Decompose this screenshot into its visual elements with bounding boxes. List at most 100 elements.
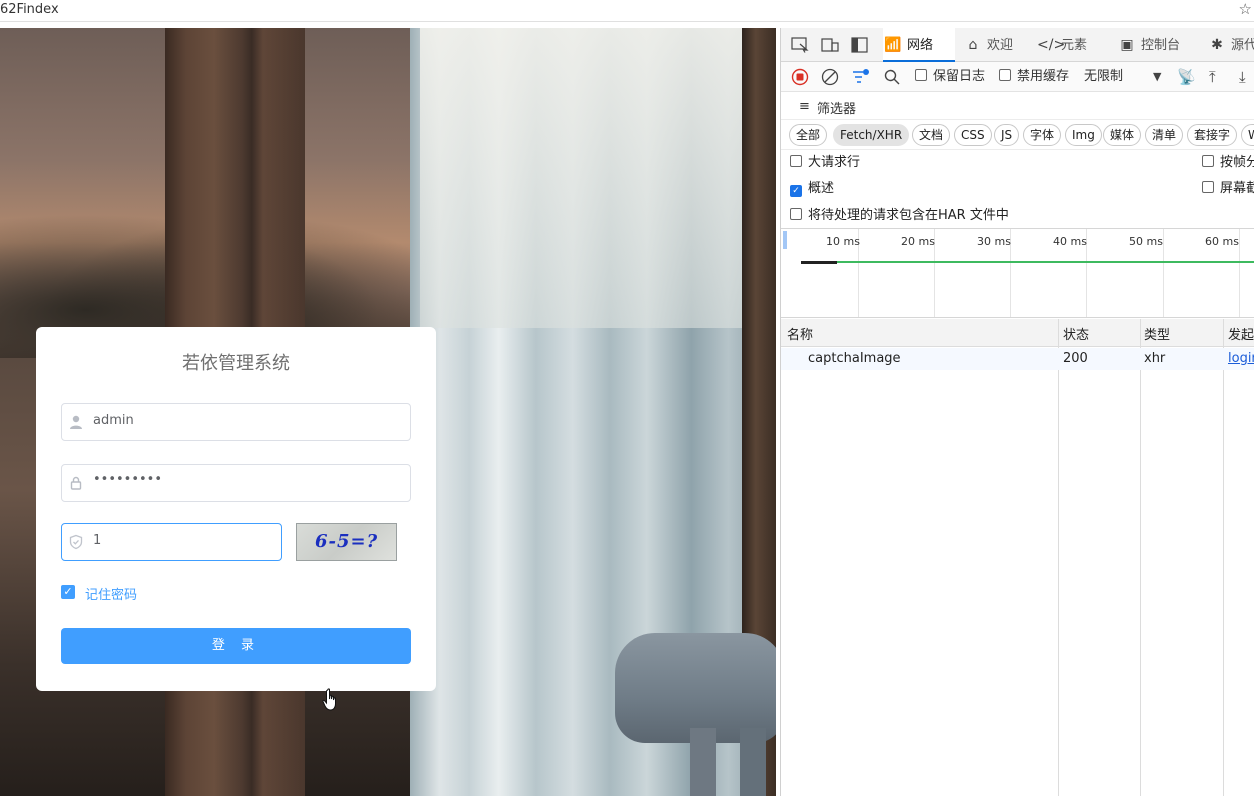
background-chair bbox=[615, 633, 776, 743]
tab-network-label: 网络 bbox=[907, 38, 934, 53]
type-chip-css[interactable]: CSS bbox=[954, 124, 992, 146]
request-initiator-link[interactable]: login bbox=[1228, 351, 1254, 366]
large-rows-option[interactable]: 大请求行 bbox=[790, 154, 860, 172]
import-har-icon[interactable]: ⤒ bbox=[1209, 68, 1216, 86]
captcha-code-field[interactable]: 1 bbox=[61, 523, 282, 561]
include-pending-har-option[interactable]: 将待处理的请求包含在HAR 文件中 bbox=[790, 207, 1009, 225]
timeline-request-wait-bar bbox=[801, 261, 837, 264]
request-type: xhr bbox=[1144, 351, 1166, 366]
overview-checkbox[interactable]: ✓ bbox=[790, 185, 802, 197]
devtools-tab-bar: 📶 网络 ⌂ 欢迎 </>元素 ▣ 控制台 ✱ 源代 bbox=[781, 28, 1254, 62]
tab-elements[interactable]: </>元素 bbox=[1037, 28, 1087, 62]
request-name[interactable]: captchaImage bbox=[808, 351, 901, 366]
login-button[interactable]: 登 录 bbox=[61, 628, 411, 664]
background-chair-leg bbox=[740, 728, 766, 796]
screenshot-option[interactable]: 屏幕截 bbox=[1202, 180, 1254, 198]
tab-welcome[interactable]: ⌂ 欢迎 bbox=[963, 28, 1013, 62]
column-header-initiator[interactable]: 发起 bbox=[1228, 324, 1254, 343]
timeline-tick-label: 40 ms bbox=[1053, 235, 1087, 248]
type-chip-wasm[interactable]: W bbox=[1241, 124, 1254, 146]
remember-checkbox[interactable]: ✓ bbox=[61, 585, 75, 599]
throttle-value: 无限制 bbox=[1084, 69, 1124, 84]
column-header-status[interactable]: 状态 bbox=[1063, 324, 1089, 343]
shield-check-icon bbox=[69, 534, 83, 550]
filter-bar[interactable]: ≡ 筛选器 bbox=[781, 92, 1254, 120]
preserve-log-checkbox[interactable] bbox=[915, 69, 927, 81]
tab-sources[interactable]: ✱ 源代 bbox=[1207, 28, 1254, 62]
timeline-tick-label: 20 ms bbox=[901, 235, 935, 248]
type-chip-manifest[interactable]: 清单 bbox=[1145, 124, 1184, 146]
overview-label: 概述 bbox=[808, 181, 835, 196]
column-header-type[interactable]: 类型 bbox=[1144, 324, 1170, 343]
type-chip-doc[interactable]: 文档 bbox=[912, 124, 951, 146]
timeline-tick-label: 10 ms bbox=[826, 235, 860, 248]
search-icon[interactable] bbox=[883, 68, 901, 86]
captcha-image[interactable]: 6-5=? bbox=[296, 523, 397, 561]
disable-cache-option[interactable]: 禁用缓存 bbox=[999, 68, 1069, 86]
column-header-name[interactable]: 名称 bbox=[787, 324, 813, 343]
password-value: ••••••••• bbox=[93, 472, 163, 487]
large-rows-label: 大请求行 bbox=[808, 155, 861, 170]
filter-settings-icon[interactable] bbox=[851, 68, 871, 86]
captcha-code-value: 1 bbox=[93, 533, 102, 548]
browser-top-bar: 62Findex ☆ bbox=[0, 0, 1254, 22]
record-stop-icon[interactable] bbox=[791, 68, 809, 86]
username-field[interactable]: admin bbox=[61, 403, 411, 441]
tab-console[interactable]: ▣ 控制台 bbox=[1117, 28, 1180, 62]
type-chip-font[interactable]: 字体 bbox=[1023, 124, 1062, 146]
timeline-tick-label: 50 ms bbox=[1129, 235, 1163, 248]
dock-side-icon[interactable] bbox=[851, 37, 869, 53]
screenshot-label: 屏幕截 bbox=[1220, 181, 1254, 196]
address-text[interactable]: 62Findex bbox=[0, 2, 59, 17]
throttle-select[interactable]: 无限制 bbox=[1084, 68, 1123, 86]
network-overview-timeline[interactable]: 10 ms 20 ms 30 ms 40 ms 50 ms 60 ms bbox=[781, 228, 1254, 318]
disable-cache-label: 禁用缓存 bbox=[1017, 69, 1070, 84]
home-icon: ⌂ bbox=[968, 37, 978, 53]
remember-label[interactable]: 记住密码 bbox=[85, 584, 137, 603]
password-field[interactable]: ••••••••• bbox=[61, 464, 411, 502]
bug-icon: ✱ bbox=[1211, 37, 1223, 53]
overview-option[interactable]: ✓ 概述 bbox=[790, 180, 834, 198]
preserve-log-option[interactable]: 保留日志 bbox=[915, 68, 985, 86]
star-outline-icon[interactable]: ☆ bbox=[1239, 0, 1252, 18]
type-chip-all[interactable]: 全部 bbox=[789, 124, 828, 146]
login-card: 若依管理系统 admin ••••••••• 1 6-5=? ✓ 记住密码 登 … bbox=[36, 327, 436, 691]
column-divider[interactable] bbox=[1223, 319, 1224, 796]
table-row[interactable]: captchaImage 200 xhr login bbox=[781, 348, 1254, 370]
large-rows-checkbox[interactable] bbox=[790, 155, 802, 167]
preserve-log-label: 保留日志 bbox=[933, 69, 986, 84]
type-chip-fetch-xhr[interactable]: Fetch/XHR bbox=[833, 124, 910, 146]
include-pending-har-label: 将待处理的请求包含在HAR 文件中 bbox=[808, 208, 1009, 223]
include-pending-har-checkbox[interactable] bbox=[790, 208, 802, 220]
hand-pointer-icon bbox=[322, 688, 336, 711]
network-conditions-icon[interactable]: 📡 bbox=[1177, 68, 1196, 86]
tab-elements-label: 元素 bbox=[1061, 38, 1088, 53]
screenshot-checkbox[interactable] bbox=[1202, 181, 1214, 193]
user-icon bbox=[70, 415, 82, 429]
column-divider[interactable] bbox=[1140, 319, 1141, 796]
timeline-gridline bbox=[1163, 229, 1164, 317]
tab-welcome-label: 欢迎 bbox=[987, 38, 1014, 53]
inspect-icon[interactable] bbox=[791, 37, 809, 53]
type-chip-js[interactable]: JS bbox=[994, 124, 1020, 146]
clear-icon[interactable] bbox=[821, 68, 839, 86]
background-curtain-light bbox=[420, 28, 750, 328]
group-by-frame-checkbox[interactable] bbox=[1202, 155, 1214, 167]
group-by-frame-option[interactable]: 按帧分 bbox=[1202, 154, 1254, 172]
background-chair-leg bbox=[690, 728, 716, 796]
device-toggle-icon[interactable] bbox=[821, 37, 839, 53]
disable-cache-checkbox[interactable] bbox=[999, 69, 1011, 81]
type-chip-media[interactable]: 媒体 bbox=[1103, 124, 1142, 146]
column-divider[interactable] bbox=[1058, 319, 1059, 796]
type-chip-img[interactable]: Img bbox=[1065, 124, 1102, 146]
export-har-icon[interactable]: ⤓ bbox=[1239, 68, 1246, 86]
login-title: 若依管理系统 bbox=[182, 353, 290, 374]
filter-icon: ≡ bbox=[799, 99, 810, 114]
chevron-down-icon[interactable]: ▼ bbox=[1153, 68, 1161, 86]
type-chip-socket[interactable]: 套接字 bbox=[1187, 124, 1238, 146]
wifi-icon: 📶 bbox=[884, 37, 902, 53]
group-by-frame-label: 按帧分 bbox=[1220, 155, 1254, 170]
tab-network[interactable]: 📶 网络 bbox=[883, 28, 955, 62]
tab-sources-label: 源代 bbox=[1231, 38, 1254, 53]
lock-icon bbox=[70, 476, 82, 490]
